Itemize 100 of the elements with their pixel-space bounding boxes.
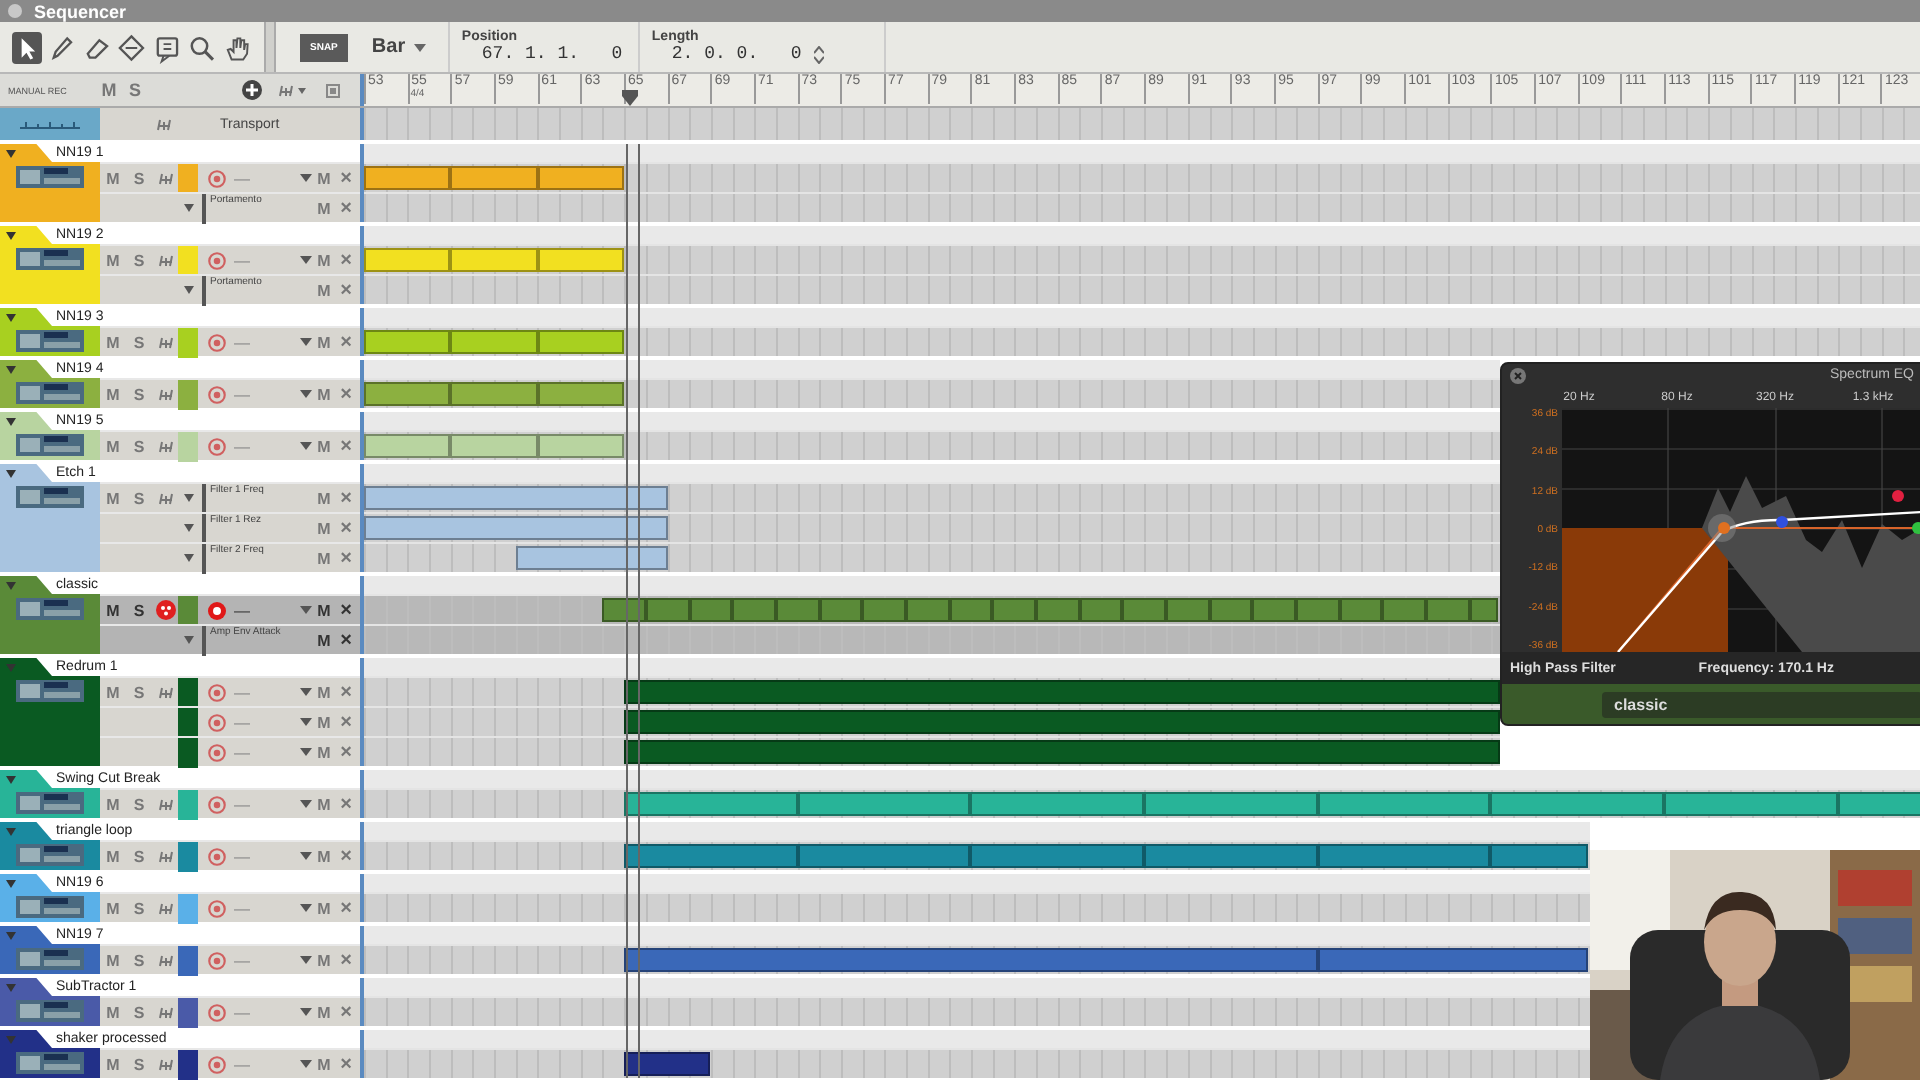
clip[interactable] — [1837, 792, 1920, 816]
caret-icon[interactable] — [300, 390, 312, 398]
grid-icon[interactable] — [326, 83, 340, 97]
clip[interactable] — [862, 598, 906, 622]
clip[interactable] — [450, 166, 538, 190]
clip[interactable] — [450, 382, 538, 406]
solo-button[interactable]: S — [126, 489, 152, 507]
mute-button[interactable]: M — [312, 601, 336, 619]
mute-button[interactable]: M — [100, 333, 126, 351]
clip[interactable] — [364, 486, 668, 510]
clip[interactable] — [624, 844, 798, 868]
record-button[interactable] — [208, 601, 226, 619]
track-lane[interactable] — [364, 430, 1500, 460]
spinner-icon[interactable] — [813, 45, 824, 63]
clip[interactable] — [1035, 598, 1080, 622]
record-button[interactable] — [208, 743, 226, 761]
mute-button[interactable]: M — [100, 489, 126, 507]
track-lane[interactable] — [364, 542, 1500, 572]
wave-icon[interactable] — [157, 491, 173, 505]
wave-icon[interactable] — [157, 439, 173, 453]
clip[interactable] — [1664, 792, 1838, 816]
wave-icon[interactable] — [157, 387, 173, 401]
mute-button[interactable]: M — [312, 281, 336, 299]
track-lane[interactable] — [364, 706, 1500, 736]
zoom-tool-icon[interactable] — [186, 31, 218, 63]
clip[interactable] — [689, 598, 733, 622]
delete-button[interactable]: × — [336, 949, 356, 971]
add-icon[interactable] — [242, 80, 262, 100]
solo-button[interactable]: S — [126, 795, 152, 813]
delete-button[interactable]: × — [336, 1001, 356, 1023]
length-field[interactable]: 2. 0. 0. 0 — [651, 44, 872, 64]
track-lane[interactable] — [364, 274, 1920, 304]
caret-icon[interactable] — [300, 800, 312, 808]
delete-button[interactable]: × — [336, 487, 356, 509]
record-button[interactable] — [208, 169, 226, 187]
expand-triangle-icon[interactable] — [6, 365, 16, 373]
close-icon[interactable] — [1510, 367, 1526, 383]
mute-button[interactable]: M — [312, 333, 336, 351]
clip[interactable] — [1490, 844, 1589, 868]
track-lane[interactable] — [364, 162, 1920, 192]
record-button[interactable] — [208, 899, 226, 917]
solo-button[interactable]: S — [126, 601, 152, 619]
track-lane[interactable] — [364, 624, 1500, 654]
record-button[interactable] — [208, 333, 226, 351]
clip[interactable] — [1317, 792, 1491, 816]
mute-button[interactable]: M — [100, 601, 126, 619]
clip[interactable] — [970, 844, 1145, 868]
pencil-tool-icon[interactable] — [46, 31, 78, 63]
clip[interactable] — [624, 740, 1500, 764]
clip[interactable] — [364, 330, 451, 354]
track-lane[interactable] — [364, 944, 1591, 974]
mute-button[interactable]: M — [312, 1003, 336, 1021]
solo-button[interactable]: S — [126, 847, 152, 865]
mute-button[interactable]: M — [312, 385, 336, 403]
position-field[interactable]: 67. 1. 1. 0 — [461, 44, 626, 64]
delete-button[interactable]: × — [336, 793, 356, 815]
wave-icon[interactable] — [157, 1057, 173, 1071]
delete-button[interactable]: × — [336, 741, 356, 763]
solo-button[interactable]: S — [126, 951, 152, 969]
wave-icon[interactable] — [157, 171, 173, 185]
mute-button[interactable]: M — [312, 951, 336, 969]
track-lane[interactable] — [364, 244, 1920, 274]
mute-button[interactable]: M — [312, 519, 336, 537]
caret-icon[interactable] — [300, 718, 312, 726]
delete-button[interactable]: × — [336, 383, 356, 405]
solo-button[interactable]: S — [126, 385, 152, 403]
expand-triangle-icon[interactable] — [183, 524, 193, 532]
record-button[interactable] — [208, 847, 226, 865]
clip[interactable] — [797, 844, 971, 868]
clip[interactable] — [992, 598, 1036, 622]
delete-button[interactable]: × — [336, 197, 356, 219]
wave-icon[interactable] — [156, 117, 172, 131]
mute-button[interactable]: M — [312, 549, 336, 567]
track-lane[interactable] — [364, 594, 1500, 624]
record-button[interactable] — [208, 251, 226, 269]
mute-button[interactable]: M — [312, 251, 336, 269]
clip[interactable] — [1490, 792, 1665, 816]
caret-icon[interactable] — [300, 174, 312, 182]
mute-button[interactable]: M — [100, 899, 126, 917]
clip[interactable] — [645, 598, 690, 622]
clip[interactable] — [364, 166, 451, 190]
delete-button[interactable]: × — [336, 249, 356, 271]
clip[interactable] — [515, 546, 668, 570]
mute-button[interactable]: M — [100, 951, 126, 969]
wave-icon[interactable] — [157, 849, 173, 863]
expand-triangle-icon[interactable] — [6, 775, 16, 783]
record-button[interactable] — [208, 437, 226, 455]
record-button[interactable] — [208, 1055, 226, 1073]
clip[interactable] — [1317, 948, 1589, 972]
caret-icon[interactable] — [300, 904, 312, 912]
track-lane[interactable] — [364, 676, 1500, 706]
eq-graph-drawing[interactable] — [1562, 408, 1920, 652]
caret-icon[interactable] — [300, 852, 312, 860]
delete-button[interactable]: × — [336, 629, 356, 651]
wave-caret-icon[interactable] — [278, 83, 306, 97]
clip[interactable] — [450, 434, 538, 458]
clip[interactable] — [1295, 598, 1340, 622]
clip[interactable] — [1339, 598, 1383, 622]
expand-triangle-icon[interactable] — [6, 469, 16, 477]
midi-input-icon[interactable] — [155, 600, 175, 620]
